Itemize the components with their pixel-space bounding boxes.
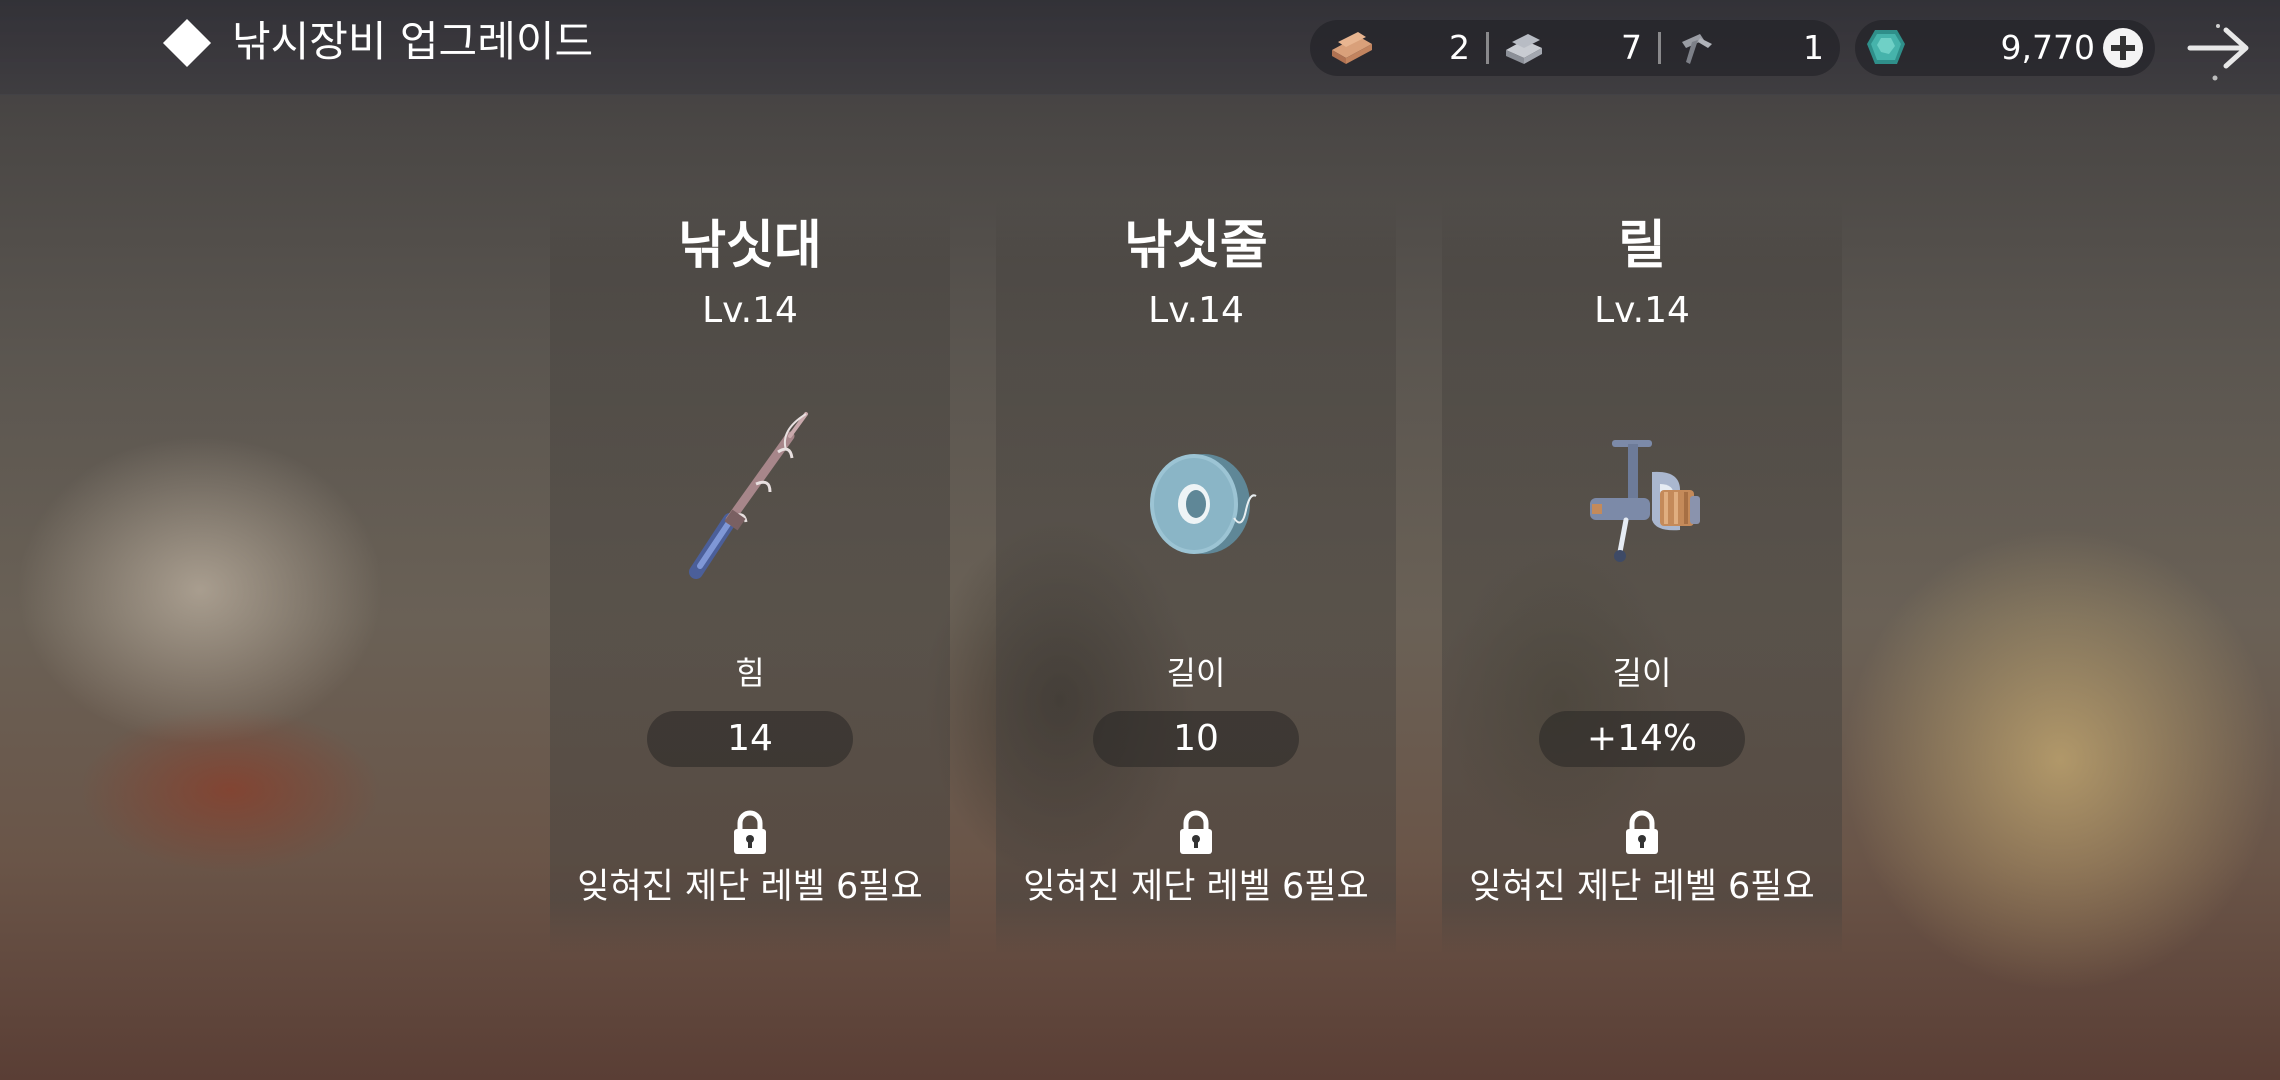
equipment-level: Lv.14 bbox=[702, 290, 798, 331]
add-gem-button[interactable] bbox=[2103, 28, 2143, 68]
lock-icon bbox=[1176, 810, 1216, 856]
equipment-card-rod[interactable]: 낚싯대 Lv.14 힘 14 잊혀진 제단 레벨 6필요 bbox=[550, 200, 950, 955]
unlock-requirement: 잊혀진 제단 레벨 6필요 bbox=[577, 867, 923, 907]
stat-label: 길이 bbox=[1612, 654, 1672, 692]
top-bar: 낚시장비 업그레이드 2 7 1 9,770 bbox=[0, 0, 2280, 95]
divider bbox=[1486, 32, 1489, 64]
equipment-name: 낚싯대 bbox=[678, 216, 822, 276]
equipment-level: Lv.14 bbox=[1594, 290, 1690, 331]
fishing-line-spool-icon bbox=[1106, 400, 1286, 600]
equipment-card-line[interactable]: 낚싯줄 Lv.14 길이 10 잊혀진 제단 레벨 6필요 bbox=[996, 200, 1396, 955]
equipment-name: 릴 bbox=[1618, 216, 1666, 276]
equipment-card-reel[interactable]: 릴 Lv.14 길이 +14% 잊혀진 제단 레벨 6필요 bbox=[1442, 200, 1842, 955]
plus-icon bbox=[2111, 36, 2135, 60]
page-title: 낚시장비 업그레이드 bbox=[232, 17, 594, 66]
stat-label: 힘 bbox=[735, 654, 765, 692]
exit-arrow-icon bbox=[2187, 24, 2249, 81]
stat-value: 10 bbox=[1093, 711, 1299, 767]
lock-icon bbox=[1622, 810, 1662, 856]
gem-icon bbox=[1863, 26, 1909, 70]
equipment-name: 낚싯줄 bbox=[1124, 216, 1268, 276]
stat-value: 14 bbox=[647, 711, 853, 767]
fishing-reel-icon bbox=[1552, 400, 1732, 600]
unlock-requirement: 잊혀진 제단 레벨 6필요 bbox=[1469, 867, 1815, 907]
nail-count: 1 bbox=[1803, 28, 1824, 67]
stat-label: 길이 bbox=[1166, 654, 1226, 692]
fishing-rod-icon bbox=[660, 400, 840, 600]
stat-value: +14% bbox=[1539, 711, 1745, 767]
diamond-icon bbox=[162, 18, 212, 68]
equipment-level: Lv.14 bbox=[1148, 290, 1244, 331]
gem-currency: 9,770 bbox=[1855, 20, 2155, 76]
unlock-requirement: 잊혀진 제단 레벨 6필요 bbox=[1023, 867, 1369, 907]
exit-button[interactable] bbox=[2184, 18, 2256, 82]
divider bbox=[1658, 32, 1661, 64]
resource-bar: 2 7 1 bbox=[1310, 20, 1840, 76]
wood-count: 2 bbox=[1449, 28, 1470, 67]
lock-icon bbox=[730, 810, 770, 856]
iron-count: 7 bbox=[1621, 28, 1642, 67]
gem-count: 9,770 bbox=[2000, 28, 2095, 67]
